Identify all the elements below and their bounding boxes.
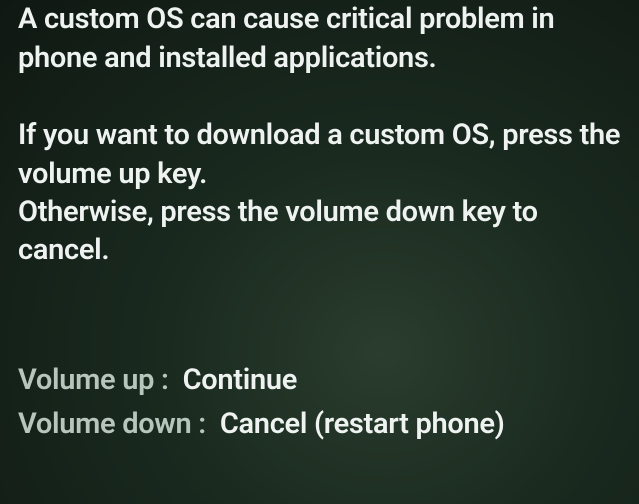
action-options: Volume up : Continue Volume down : Cance… (18, 359, 621, 446)
volume-up-label: Volume up : (18, 359, 169, 403)
volume-up-action[interactable]: Volume up : Continue (18, 359, 621, 403)
instruction-message: If you want to download a custom OS, pre… (18, 116, 621, 269)
volume-up-value: Continue (183, 359, 297, 403)
instruction-line-1: If you want to download a custom OS, pre… (18, 118, 620, 190)
volume-down-action[interactable]: Volume down : Cancel (restart phone) (18, 403, 621, 447)
volume-down-label: Volume down : (18, 403, 206, 447)
volume-down-value: Cancel (restart phone) (220, 403, 505, 447)
instruction-line-2: Otherwise, press the volume down key to … (18, 195, 538, 267)
warning-message: A custom OS can cause critical problem i… (18, 0, 621, 78)
